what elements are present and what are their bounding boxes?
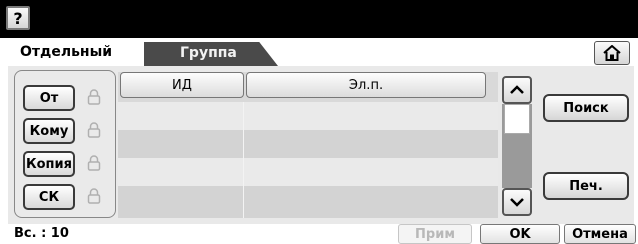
cancel-button[interactable]: Отмена: [564, 224, 636, 244]
address-book-screen: ? Отдельный Группа От Кому Копия СК ИД Э…: [0, 0, 638, 244]
column-header-email-label: Эл.п.: [348, 77, 384, 93]
tab-group-label: Группа: [180, 45, 237, 61]
scroll-thumb[interactable]: [504, 104, 530, 134]
help-icon: ?: [13, 8, 23, 28]
cc-button-label: Копия: [26, 156, 72, 172]
table-row[interactable]: [118, 130, 498, 158]
total-count: Вс. : 10: [14, 226, 69, 241]
cc-button[interactable]: Копия: [23, 151, 75, 177]
from-button[interactable]: От: [23, 85, 75, 111]
top-bar: ?: [0, 0, 638, 38]
table-row[interactable]: [118, 158, 498, 186]
bcc-button-label: СК: [38, 189, 60, 205]
from-button-label: От: [39, 90, 59, 106]
column-header-id[interactable]: ИД: [120, 72, 244, 98]
home-button[interactable]: [594, 41, 630, 65]
address-table: ИД Эл.п.: [118, 72, 498, 218]
search-button-label: Поиск: [563, 100, 609, 116]
home-icon: [603, 45, 621, 61]
cancel-button-label: Отмена: [572, 226, 628, 242]
print-button[interactable]: Печ.: [543, 172, 629, 200]
apply-button-label: Прим: [415, 226, 455, 242]
lock-icon: [87, 122, 101, 138]
print-button-label: Печ.: [569, 178, 603, 194]
lock-icon: [87, 89, 101, 105]
tab-individual-label: Отдельный: [20, 44, 113, 60]
column-header-id-label: ИД: [172, 77, 192, 93]
to-button-label: Кому: [29, 123, 69, 139]
recipient-group: От Кому Копия СК: [14, 70, 116, 218]
scroll-down-button[interactable]: [502, 188, 532, 216]
search-button[interactable]: Поиск: [543, 94, 629, 122]
to-button[interactable]: Кому: [23, 118, 75, 144]
bcc-button[interactable]: СК: [23, 184, 75, 210]
table-row[interactable]: [118, 102, 498, 130]
lock-icon: [87, 188, 101, 204]
column-header-email[interactable]: Эл.п.: [246, 72, 486, 98]
lock-icon: [87, 155, 101, 171]
help-button[interactable]: ?: [6, 6, 30, 30]
ok-button-label: OK: [509, 226, 531, 242]
chevron-down-icon: [510, 198, 524, 207]
apply-button[interactable]: Прим: [398, 224, 472, 244]
table-row[interactable]: [118, 186, 498, 218]
ok-button[interactable]: OK: [480, 224, 560, 244]
chevron-up-icon: [510, 85, 524, 94]
scroll-up-button[interactable]: [502, 76, 532, 104]
